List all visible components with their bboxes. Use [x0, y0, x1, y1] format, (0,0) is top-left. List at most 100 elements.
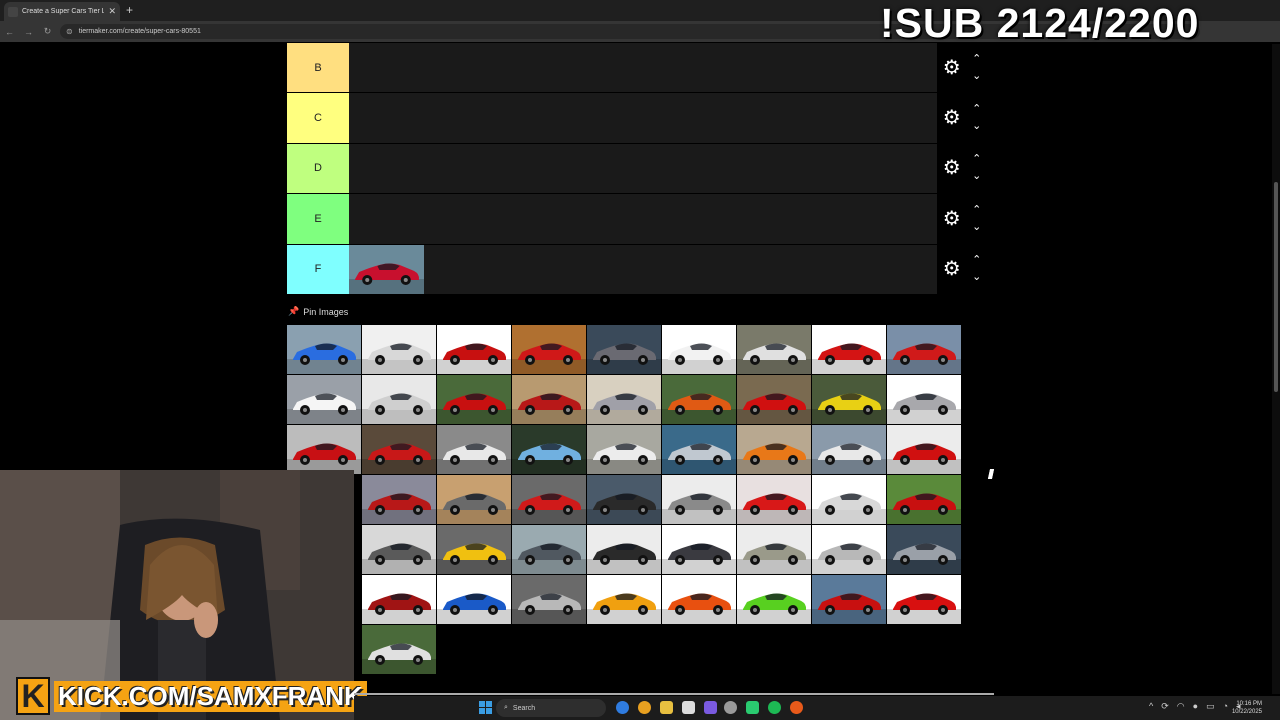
chevron-up-icon[interactable]: ⌃ [972, 154, 981, 165]
car-image[interactable] [587, 325, 661, 374]
chevron-up-icon[interactable]: ⌃ [972, 255, 981, 266]
car-image[interactable] [887, 325, 961, 374]
chevron-down-icon[interactable]: ⌄ [972, 171, 981, 182]
new-tab-button[interactable]: + [126, 3, 133, 17]
car-image[interactable] [587, 425, 661, 474]
car-image[interactable] [362, 525, 436, 574]
chevron-up-icon[interactable]: ⌃ [972, 53, 981, 65]
gear-icon[interactable]: ⚙ [943, 108, 961, 128]
car-image[interactable] [362, 425, 436, 474]
car-image[interactable] [587, 575, 661, 624]
obs-icon[interactable] [746, 701, 759, 714]
tier-label[interactable]: F [287, 244, 349, 294]
gear-icon[interactable]: ⚙ [943, 158, 961, 178]
forward-button[interactable]: → [19, 27, 38, 37]
mic-icon[interactable]: ● [1193, 701, 1198, 712]
chevron-down-icon[interactable]: ⌄ [972, 70, 981, 82]
gear-icon[interactable]: ⚙ [943, 209, 961, 229]
car-image[interactable] [662, 325, 736, 374]
car-image[interactable] [437, 525, 511, 574]
discord-icon[interactable] [704, 701, 717, 714]
car-image[interactable] [662, 425, 736, 474]
car-image[interactable] [887, 575, 961, 624]
tier-drop-zone[interactable] [349, 194, 937, 244]
car-image[interactable] [512, 475, 586, 524]
car-image[interactable] [812, 475, 886, 524]
car-image[interactable] [737, 375, 811, 424]
settings-icon[interactable] [724, 701, 737, 714]
car-image[interactable] [437, 425, 511, 474]
car-image[interactable] [812, 575, 886, 624]
tier-label[interactable]: B [287, 43, 349, 93]
car-image[interactable] [437, 475, 511, 524]
network-icon[interactable]: ◠ [1177, 701, 1185, 712]
car-image[interactable] [662, 525, 736, 574]
car-image[interactable] [362, 325, 436, 374]
tier-drop-zone[interactable] [349, 93, 937, 143]
car-image[interactable] [812, 425, 886, 474]
spotify-icon[interactable] [768, 701, 781, 714]
file-explorer-icon[interactable] [660, 701, 673, 714]
taskbar-clock[interactable]: 10:16 PM 10/22/2025 [1232, 700, 1262, 716]
car-image[interactable] [737, 425, 811, 474]
close-tab-icon[interactable]: ✕ [108, 6, 116, 17]
gear-icon[interactable]: ⚙ [943, 259, 961, 279]
site-info-icon[interactable]: ⊜ [66, 27, 73, 36]
store-icon[interactable] [682, 701, 695, 714]
car-image[interactable] [349, 244, 424, 294]
firefox-icon[interactable] [790, 701, 803, 714]
car-image[interactable] [737, 525, 811, 574]
scrollbar-thumb[interactable] [1274, 182, 1278, 392]
reload-button[interactable]: ↻ [38, 26, 57, 37]
car-image[interactable] [737, 325, 811, 374]
chrome-icon[interactable] [638, 701, 651, 714]
tier-drop-zone[interactable] [349, 43, 937, 93]
car-image[interactable] [587, 475, 661, 524]
sync-icon[interactable]: ⟳ [1161, 701, 1169, 712]
page-scrollbar[interactable] [1272, 44, 1280, 694]
car-image[interactable] [362, 375, 436, 424]
car-image[interactable] [287, 375, 361, 424]
tier-label[interactable]: D [287, 143, 349, 194]
car-image[interactable] [287, 325, 361, 374]
car-image[interactable] [587, 375, 661, 424]
car-image[interactable] [512, 525, 586, 574]
edge-icon[interactable] [616, 701, 629, 714]
taskbar-search[interactable]: ⌕ Search [496, 699, 606, 717]
car-image[interactable] [887, 375, 961, 424]
wifi-icon[interactable]: ◔ [1223, 701, 1228, 712]
car-image[interactable] [662, 475, 736, 524]
car-image[interactable] [512, 325, 586, 374]
car-image[interactable] [812, 525, 886, 574]
chevron-down-icon[interactable]: ⌄ [972, 221, 981, 233]
car-image[interactable] [887, 525, 961, 574]
tier-label[interactable]: C [287, 93, 349, 143]
car-image[interactable] [887, 475, 961, 524]
chevron-up-icon[interactable]: ⌃ [972, 204, 981, 216]
car-image[interactable] [587, 525, 661, 574]
windows-start-icon[interactable] [479, 701, 492, 714]
chevron-up-icon[interactable]: ^ [1149, 701, 1153, 712]
car-image[interactable] [737, 575, 811, 624]
gear-icon[interactable]: ⚙ [943, 58, 961, 78]
car-image[interactable] [362, 575, 436, 624]
back-button[interactable]: ← [0, 27, 19, 37]
car-image[interactable] [887, 425, 961, 474]
display-icon[interactable]: ▭ [1206, 701, 1215, 712]
pin-images-toggle[interactable]: 📌 Pin Images [288, 306, 348, 317]
chevron-down-icon[interactable]: ⌄ [972, 121, 981, 132]
tier-label[interactable]: E [287, 194, 349, 244]
tier-drop-zone[interactable] [349, 244, 937, 294]
chevron-down-icon[interactable]: ⌄ [972, 272, 981, 283]
car-image[interactable] [662, 575, 736, 624]
car-image[interactable] [512, 575, 586, 624]
car-image[interactable] [512, 425, 586, 474]
browser-tab[interactable]: Create a Super Cars Tier List - T ✕ [4, 2, 120, 21]
car-image[interactable] [362, 475, 436, 524]
tier-drop-zone[interactable] [349, 143, 937, 194]
car-image[interactable] [662, 375, 736, 424]
car-image[interactable] [812, 325, 886, 374]
car-image[interactable] [437, 575, 511, 624]
chevron-up-icon[interactable]: ⌃ [972, 104, 981, 115]
car-image[interactable] [437, 375, 511, 424]
